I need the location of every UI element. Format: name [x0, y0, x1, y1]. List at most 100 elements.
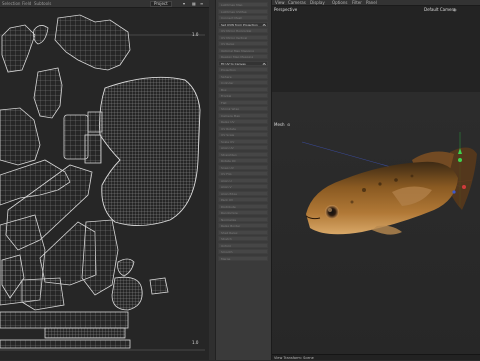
- gear-icon[interactable]: ⚙: [262, 23, 266, 26]
- operation-item[interactable]: Box: [218, 86, 268, 92]
- operation-item[interactable]: Lightmap UVMap: [218, 8, 268, 14]
- operation-item-label: Projection: [221, 68, 236, 72]
- operation-item[interactable]: Optimal Map Mapping: [218, 47, 268, 53]
- view-name-label: Perspective: [274, 7, 298, 12]
- transform-gizmo-z: [452, 190, 456, 194]
- operation-item[interactable]: Projection: [218, 67, 268, 72]
- operation-item[interactable]: Cylinder: [218, 80, 268, 85]
- operation-item-label: Smooth: [221, 250, 233, 254]
- operation-item[interactable]: Pack UV: [218, 197, 268, 202]
- operation-item-label: Scale UV: [221, 139, 235, 144]
- grid-icon[interactable]: ▦: [192, 1, 196, 6]
- operation-item[interactable]: Sphere: [218, 73, 268, 79]
- uv-island: [99, 76, 201, 226]
- operation-item-label: Shrink Wrap: [221, 107, 240, 111]
- menu-filter[interactable]: Filter: [352, 0, 362, 5]
- operation-item[interactable]: Align Edge: [218, 190, 268, 196]
- uv-operations-panel: Lightmap Map Lightmap UVMap Connect Mesh Se…: [209, 0, 272, 360]
- operation-item[interactable]: Connect Mesh: [218, 15, 268, 20]
- operation-item-label: UV Mirror Vertical: [221, 35, 248, 40]
- operation-item-label: Snap UV: [221, 165, 234, 170]
- menu-panel[interactable]: Panel: [366, 0, 377, 5]
- uv-island: [149, 277, 169, 295]
- operation-item-label: UV Relax: [221, 42, 235, 46]
- uv-island: [87, 111, 103, 133]
- operation-item-label: UV Flip: [221, 172, 232, 176]
- menu-subtools[interactable]: Subtools: [34, 1, 51, 6]
- operation-item[interactable]: Align U: [218, 177, 268, 183]
- operation-item[interactable]: Realign Map Mapping: [218, 54, 268, 59]
- operation-item[interactable]: Relax Border: [218, 223, 268, 228]
- operation-item[interactable]: Fit UV to Canvas ⚙: [218, 60, 268, 66]
- menu-display[interactable]: Display: [310, 0, 325, 5]
- operation-item-label: Optimal Map Mapping: [221, 48, 254, 53]
- operation-item-label: UV Mirror Horizontal: [221, 29, 252, 33]
- fish-model-render: [301, 132, 477, 235]
- operation-item[interactable]: UV Flip: [218, 171, 268, 176]
- viewport-upper-area: [272, 6, 480, 92]
- operation-item[interactable]: Scale UV: [218, 138, 268, 144]
- operation-item-label: Flat: [221, 100, 227, 105]
- operation-item[interactable]: Snap UV: [218, 164, 268, 170]
- operation-item[interactable]: UV Relax: [218, 41, 268, 46]
- operation-item-label: Set UVW from Projection: [221, 22, 258, 27]
- operation-item[interactable]: Shrink Wrap: [218, 106, 268, 111]
- uv-island: [84, 134, 102, 164]
- operation-item-label: Lightmap Map: [221, 3, 243, 7]
- operation-item[interactable]: Set UVW from Projection ⚙: [218, 21, 268, 27]
- fish-eye: [325, 205, 339, 219]
- uv-island: [21, 277, 65, 311]
- operation-item-label: Rotate 90: [221, 159, 236, 163]
- gear-icon[interactable]: ⚙: [262, 62, 266, 65]
- menu-options[interactable]: Options: [332, 0, 347, 5]
- uv-canvas[interactable]: [0, 10, 205, 360]
- chevron-down-icon: ▾: [183, 1, 186, 6]
- 3d-viewport[interactable]: View Cameras Display Options Filter Pane…: [272, 0, 480, 360]
- operation-item-label: Relax Border: [221, 224, 241, 228]
- operation-item[interactable]: Unfold: [218, 242, 268, 248]
- fish-body: [306, 161, 458, 235]
- operation-item[interactable]: Stretch: [218, 236, 268, 241]
- operation-item[interactable]: Normalize: [218, 216, 268, 222]
- operation-item[interactable]: Relax UV: [218, 119, 268, 124]
- project-select[interactable]: Project: [150, 1, 172, 7]
- operation-item[interactable]: Distribute: [218, 203, 268, 209]
- operation-item[interactable]: UV Mirror Vertical: [218, 34, 268, 40]
- operation-item[interactable]: Align V: [218, 184, 268, 189]
- camera-icon: ◎: [453, 7, 457, 12]
- operation-item-label: Camera Map: [221, 113, 241, 118]
- operation-item-label: Realign Map Mapping: [221, 55, 254, 59]
- operation-item[interactable]: UV Scale: [218, 132, 268, 137]
- camera-label[interactable]: Default Camera: [424, 7, 456, 12]
- operation-item-label: Lightmap UVMap: [221, 9, 247, 14]
- operation-item-label: Randomize: [221, 211, 238, 215]
- operation-item[interactable]: Merge: [218, 255, 268, 261]
- operation-item[interactable]: Camera Map: [218, 112, 268, 118]
- operation-item[interactable]: Smooth: [218, 249, 268, 254]
- operation-item[interactable]: UV Rotate: [218, 125, 268, 131]
- operation-item-label: Unfold: [221, 243, 231, 248]
- operation-item-label: Fit UV to Canvas: [221, 61, 246, 66]
- operation-item-label: Shell Relax: [221, 230, 238, 235]
- operation-item-label: Sphere: [221, 74, 232, 79]
- operation-item[interactable]: UV Mirror Horizontal: [218, 28, 268, 33]
- menu-view[interactable]: View: [275, 0, 285, 5]
- operation-item[interactable]: Straighten: [218, 151, 268, 157]
- menu-field[interactable]: Field: [22, 1, 31, 6]
- operation-item-label: Straighten: [221, 152, 237, 157]
- operation-item-label: Normalize: [221, 217, 237, 222]
- operation-item[interactable]: Rotate 90: [218, 158, 268, 163]
- menu-selection[interactable]: Selection: [2, 1, 20, 6]
- operation-item[interactable]: Shell Relax: [218, 229, 268, 235]
- menu-cameras[interactable]: Cameras: [288, 0, 306, 5]
- options-icon[interactable]: ≡: [200, 1, 203, 6]
- operation-item-label: Align UV: [221, 146, 234, 150]
- operation-item[interactable]: Flat: [218, 99, 268, 105]
- operation-item-label: Stretch: [221, 237, 232, 241]
- operation-item[interactable]: Lightmap Map: [218, 2, 268, 7]
- operation-item[interactable]: Frontal: [218, 93, 268, 98]
- operation-item[interactable]: Align UV: [218, 145, 268, 150]
- transform-gizmo-x: [462, 185, 466, 189]
- operation-item[interactable]: Randomize: [218, 210, 268, 215]
- operation-item-label: Frontal: [221, 94, 232, 98]
